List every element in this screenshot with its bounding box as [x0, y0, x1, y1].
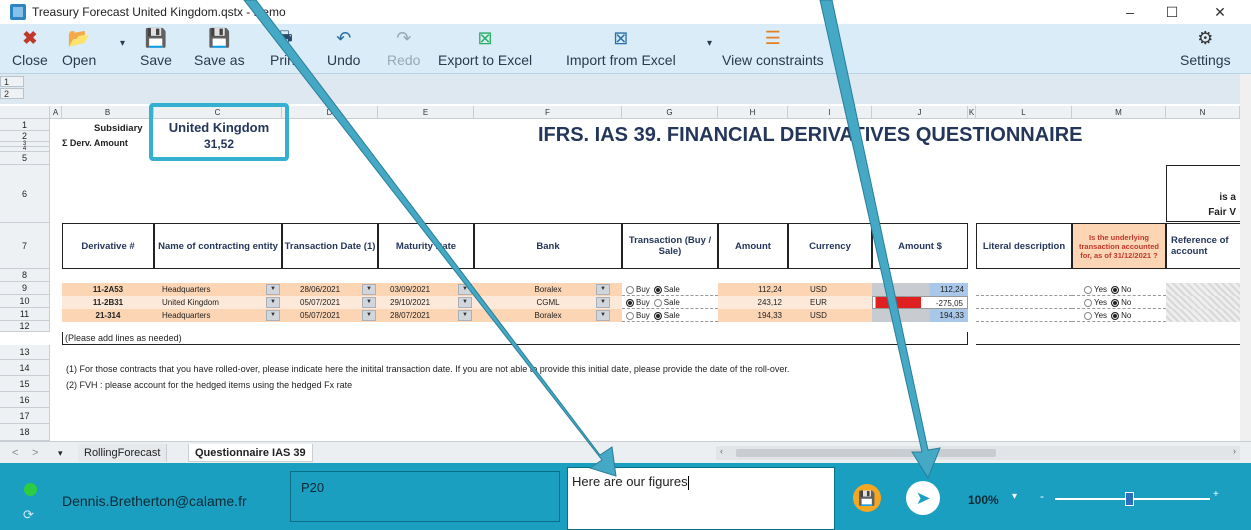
application-window: Treasury Forecast United Kingdom.qstx - … [0, 0, 1251, 530]
arrow-to-send-button [819, 0, 941, 480]
annotation-arrows [243, 0, 941, 480]
arrow-to-cell-reference [243, 0, 617, 477]
